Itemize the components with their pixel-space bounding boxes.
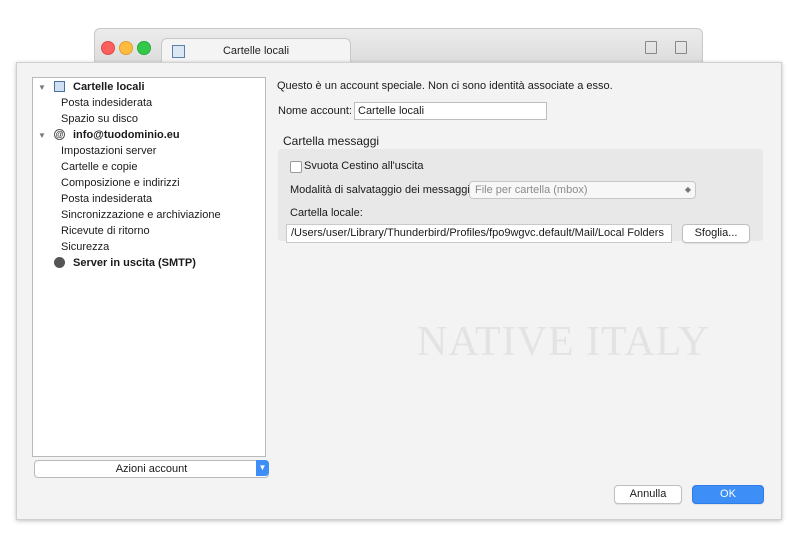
tree-item-disk-space[interactable]: Spazio su disco bbox=[33, 112, 265, 127]
local-folder-label: Cartella locale: bbox=[290, 207, 363, 219]
tree-item-return-receipts[interactable]: Ricevute di ritorno bbox=[33, 224, 265, 239]
special-account-note: Questo è un account speciale. Non ci son… bbox=[277, 80, 613, 92]
account-label: Server in uscita (SMTP) bbox=[73, 257, 196, 269]
empty-trash-label[interactable]: Svuota Cestino all'uscita bbox=[304, 160, 424, 172]
storage-mode-value: File per cartella (mbox) bbox=[475, 184, 588, 196]
tree-item-junk[interactable]: Posta indesiderata bbox=[33, 96, 265, 111]
tree-item-composition[interactable]: Composizione e indirizzi bbox=[33, 176, 265, 191]
tree-item-label: Sincronizzazione e archiviazione bbox=[61, 209, 221, 221]
account-settings-pane: ▼ Cartelle locali Posta indesiderata Spa… bbox=[16, 62, 782, 520]
tree-item-label: Ricevute di ritorno bbox=[61, 225, 150, 237]
zoom-window-button[interactable] bbox=[137, 41, 151, 55]
message-storage-title: Cartella messaggi bbox=[283, 134, 380, 148]
tree-item-server-settings[interactable]: Impostazioni server bbox=[33, 144, 265, 159]
account-actions-dropdown[interactable]: Azioni account ▼ bbox=[34, 460, 269, 478]
cancel-button[interactable]: Annulla bbox=[614, 485, 682, 504]
account-name-label: Nome account: bbox=[278, 105, 352, 117]
empty-trash-checkbox[interactable] bbox=[290, 161, 302, 173]
calendar-icon[interactable] bbox=[645, 41, 657, 54]
title-bar: Cartelle locali bbox=[94, 28, 703, 64]
tree-item-label: Composizione e indirizzi bbox=[61, 177, 180, 189]
collapse-triangle-icon[interactable]: ▼ bbox=[38, 128, 46, 143]
tree-item-sync-storage[interactable]: Sincronizzazione e archiviazione bbox=[33, 208, 265, 223]
minimize-window-button[interactable] bbox=[119, 41, 133, 55]
browse-button[interactable]: Sfoglia... bbox=[682, 224, 750, 243]
local-folder-path-input[interactable]: /Users/user/Library/Thunderbird/Profiles… bbox=[286, 224, 672, 243]
tree-item-label: Posta indesiderata bbox=[61, 193, 153, 205]
email-account-icon: @ bbox=[54, 129, 65, 140]
close-window-button[interactable] bbox=[101, 41, 115, 55]
tasks-icon[interactable] bbox=[675, 41, 687, 54]
ok-button[interactable]: OK bbox=[692, 485, 764, 504]
chevron-down-icon[interactable]: ▼ bbox=[256, 460, 269, 476]
tree-item-email-account[interactable]: ▼ @ info@tuodominio.eu bbox=[33, 128, 265, 143]
tree-item-label: Posta indesiderata bbox=[61, 97, 153, 109]
tree-item-copies-folders[interactable]: Cartelle e copie bbox=[33, 160, 265, 175]
tree-item-label: Sicurezza bbox=[61, 241, 110, 253]
tree-item-label: Impostazioni server bbox=[61, 145, 157, 157]
account-label: info@tuodominio.eu bbox=[73, 129, 180, 141]
local-folders-icon bbox=[54, 81, 65, 92]
storage-mode-label: Modalità di salvataggio dei messaggi: bbox=[290, 184, 473, 196]
smtp-server-icon bbox=[54, 257, 65, 268]
watermark-logo: NATIVE ITALY bbox=[417, 319, 710, 365]
updown-chevron-icon: ◆ bbox=[684, 185, 691, 194]
tree-item-smtp[interactable]: Server in uscita (SMTP) bbox=[33, 256, 265, 271]
tree-item-label: Cartelle e copie bbox=[61, 161, 138, 173]
account-name-input[interactable]: Cartelle locali bbox=[354, 102, 547, 120]
tree-item-security[interactable]: Sicurezza bbox=[33, 240, 265, 255]
account-tree[interactable]: ▼ Cartelle locali Posta indesiderata Spa… bbox=[32, 77, 266, 457]
tree-item-local-folders[interactable]: ▼ Cartelle locali bbox=[33, 80, 265, 95]
message-storage-group: Svuota Cestino all'uscita Modalità di sa… bbox=[278, 149, 763, 243]
account-label: Cartelle locali bbox=[73, 81, 145, 93]
tree-item-junk-settings[interactable]: Posta indesiderata bbox=[33, 192, 265, 207]
tab-account-settings[interactable]: Cartelle locali bbox=[161, 38, 351, 64]
account-actions-label: Azioni account bbox=[115, 463, 188, 475]
tree-item-label: Spazio su disco bbox=[61, 113, 139, 125]
collapse-triangle-icon[interactable]: ▼ bbox=[38, 80, 46, 95]
storage-mode-select[interactable]: File per cartella (mbox) ◆ bbox=[469, 181, 696, 199]
tab-title: Cartelle locali bbox=[222, 45, 290, 57]
